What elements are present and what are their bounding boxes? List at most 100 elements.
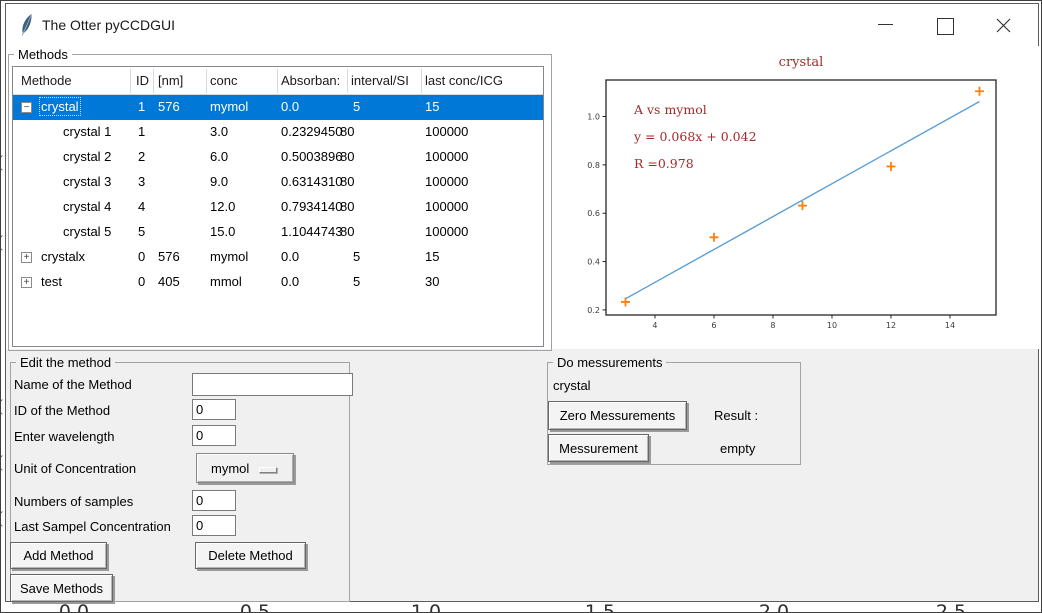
- svg-text:10: 10: [827, 321, 837, 330]
- lastconc-input[interactable]: [192, 515, 236, 536]
- svg-text:0.6: 0.6: [587, 209, 600, 218]
- dropdown-indicator-icon: [259, 467, 277, 473]
- expander-minus-icon[interactable]: −: [21, 102, 32, 113]
- svg-text:6: 6: [711, 321, 716, 330]
- measurement-button[interactable]: Messurement: [548, 434, 649, 462]
- table-row[interactable]: −crystal1576mymol0.0515: [13, 95, 543, 120]
- table-row[interactable]: crystal 339.00.631431080100000: [13, 170, 543, 195]
- methods-group-label: Methods: [14, 47, 72, 62]
- cell-absorbance: 0.0: [281, 99, 299, 114]
- table-row[interactable]: +crystalx0576mymol0.0515: [13, 245, 543, 270]
- method-name-input[interactable]: [192, 373, 353, 396]
- method-name-cell: crystal 4: [63, 199, 111, 214]
- method-name-cell: test: [41, 274, 62, 289]
- unit-dropdown-value: mymol: [211, 461, 249, 476]
- cell-interval: 80: [340, 124, 354, 139]
- cell-interval: 80: [340, 199, 354, 214]
- col-interval[interactable]: interval/SI: [351, 73, 409, 88]
- expander-plus-icon[interactable]: +: [21, 277, 32, 288]
- window-title: The Otter pyCCDGUI: [42, 17, 175, 33]
- col-absorban[interactable]: Absorban:: [281, 73, 340, 88]
- cell-absorbance: 1.1044743: [281, 224, 342, 239]
- cell-conc: mmol: [210, 274, 242, 289]
- svg-text:8: 8: [770, 321, 775, 330]
- calibration-plot: crystal A vs mymol y = 0.068x + 0.042 R …: [562, 46, 1040, 349]
- cell-last: 100000: [425, 199, 468, 214]
- cell-absorbance: 0.0: [281, 249, 299, 264]
- unit-dropdown[interactable]: mymol: [196, 453, 294, 483]
- cell-nm: 576: [158, 99, 180, 114]
- background-tick-label: 1.5: [570, 601, 630, 613]
- cell-conc: mymol: [210, 99, 248, 114]
- wavelength-field-label: Enter wavelength: [14, 429, 114, 444]
- svg-text:1.0: 1.0: [587, 113, 600, 122]
- close-button[interactable]: [981, 12, 1025, 40]
- samples-input[interactable]: [192, 490, 236, 511]
- background-tick-label: 1.0: [396, 601, 456, 613]
- background-glyph: (: [0, 509, 4, 529]
- background-glyph: (: [0, 233, 4, 253]
- cell-id: 2: [138, 149, 145, 164]
- cell-last: 100000: [425, 149, 468, 164]
- app-window: The Otter pyCCDGUI Methods Methode ID [n…: [5, 3, 1039, 602]
- svg-text:4: 4: [652, 321, 657, 330]
- background-glyph: (: [0, 397, 4, 417]
- cell-interval: 5: [353, 274, 360, 289]
- method-name-cell: crystal 2: [63, 149, 111, 164]
- result-label: Result :: [714, 408, 758, 423]
- title-bar: The Otter pyCCDGUI: [6, 4, 1038, 46]
- table-row[interactable]: crystal 113.00.232945080100000: [13, 120, 543, 145]
- edit-group-label: Edit the method: [16, 355, 115, 370]
- table-row[interactable]: crystal 2 2 6.0 0.500389680 100000: [13, 145, 543, 170]
- col-methode[interactable]: Methode: [21, 73, 72, 88]
- cell-last: 100000: [425, 224, 468, 239]
- method-id-input[interactable]: [192, 399, 236, 420]
- cell-absorbance: 0.7934140: [281, 199, 342, 214]
- cell-id: 5: [138, 224, 145, 239]
- current-method-label: crystal: [553, 378, 591, 393]
- methods-table-header: Methode ID [nm] conc Absorban: interval/…: [13, 67, 543, 95]
- background-glyph: (: [0, 153, 4, 173]
- cell-conc: 6.0: [210, 149, 228, 164]
- table-row[interactable]: crystal 5515.01.104474380100000: [13, 220, 543, 245]
- cell-last: 15: [425, 99, 439, 114]
- cell-interval: 80: [340, 174, 354, 189]
- cell-nm: 405: [158, 274, 180, 289]
- close-icon: [995, 17, 1012, 34]
- background-glyph: (: [0, 453, 4, 473]
- cell-absorbance: 0.0: [281, 274, 299, 289]
- cell-id: 4: [138, 199, 145, 214]
- col-conc[interactable]: conc: [210, 73, 237, 88]
- table-row[interactable]: +test0405mmol0.0530: [13, 270, 543, 295]
- col-id[interactable]: ID: [136, 73, 149, 88]
- method-name-cell: crystal 5: [63, 224, 111, 239]
- save-methods-button[interactable]: Save Methods: [10, 574, 113, 602]
- lastconc-field-label: Last Sampel Concentration: [14, 519, 171, 534]
- col-nm[interactable]: [nm]: [158, 73, 183, 88]
- cell-id: 0: [138, 249, 145, 264]
- expander-plus-icon[interactable]: +: [21, 252, 32, 263]
- cell-interval: 80: [340, 149, 354, 164]
- methods-table: Methode ID [nm] conc Absorban: interval/…: [12, 66, 544, 347]
- cell-conc: 9.0: [210, 174, 228, 189]
- cell-absorbance: 0.5003896: [281, 149, 342, 164]
- table-row[interactable]: crystal 4412.00.793414080100000: [13, 195, 543, 220]
- delete-method-button[interactable]: Delete Method: [195, 542, 306, 569]
- cell-last: 15: [425, 249, 439, 264]
- cell-conc: 3.0: [210, 124, 228, 139]
- method-name-cell: crystalx: [41, 249, 85, 264]
- add-method-button[interactable]: Add Method: [10, 542, 107, 569]
- id-field-label: ID of the Method: [14, 403, 110, 418]
- minimize-button[interactable]: [863, 12, 907, 40]
- method-name-cell: crystal: [41, 99, 79, 114]
- maximize-button[interactable]: [921, 12, 965, 40]
- svg-text:0.2: 0.2: [587, 306, 600, 315]
- zero-measurements-button[interactable]: Zero Messurements: [548, 401, 687, 430]
- cell-conc: 15.0: [210, 224, 235, 239]
- cell-id: 1: [138, 124, 145, 139]
- cell-last: 100000: [425, 174, 468, 189]
- col-lastconc[interactable]: last conc/ICG: [425, 73, 503, 88]
- name-field-label: Name of the Method: [14, 377, 132, 392]
- cell-absorbance: 0.6314310: [281, 174, 342, 189]
- wavelength-input[interactable]: [192, 425, 236, 446]
